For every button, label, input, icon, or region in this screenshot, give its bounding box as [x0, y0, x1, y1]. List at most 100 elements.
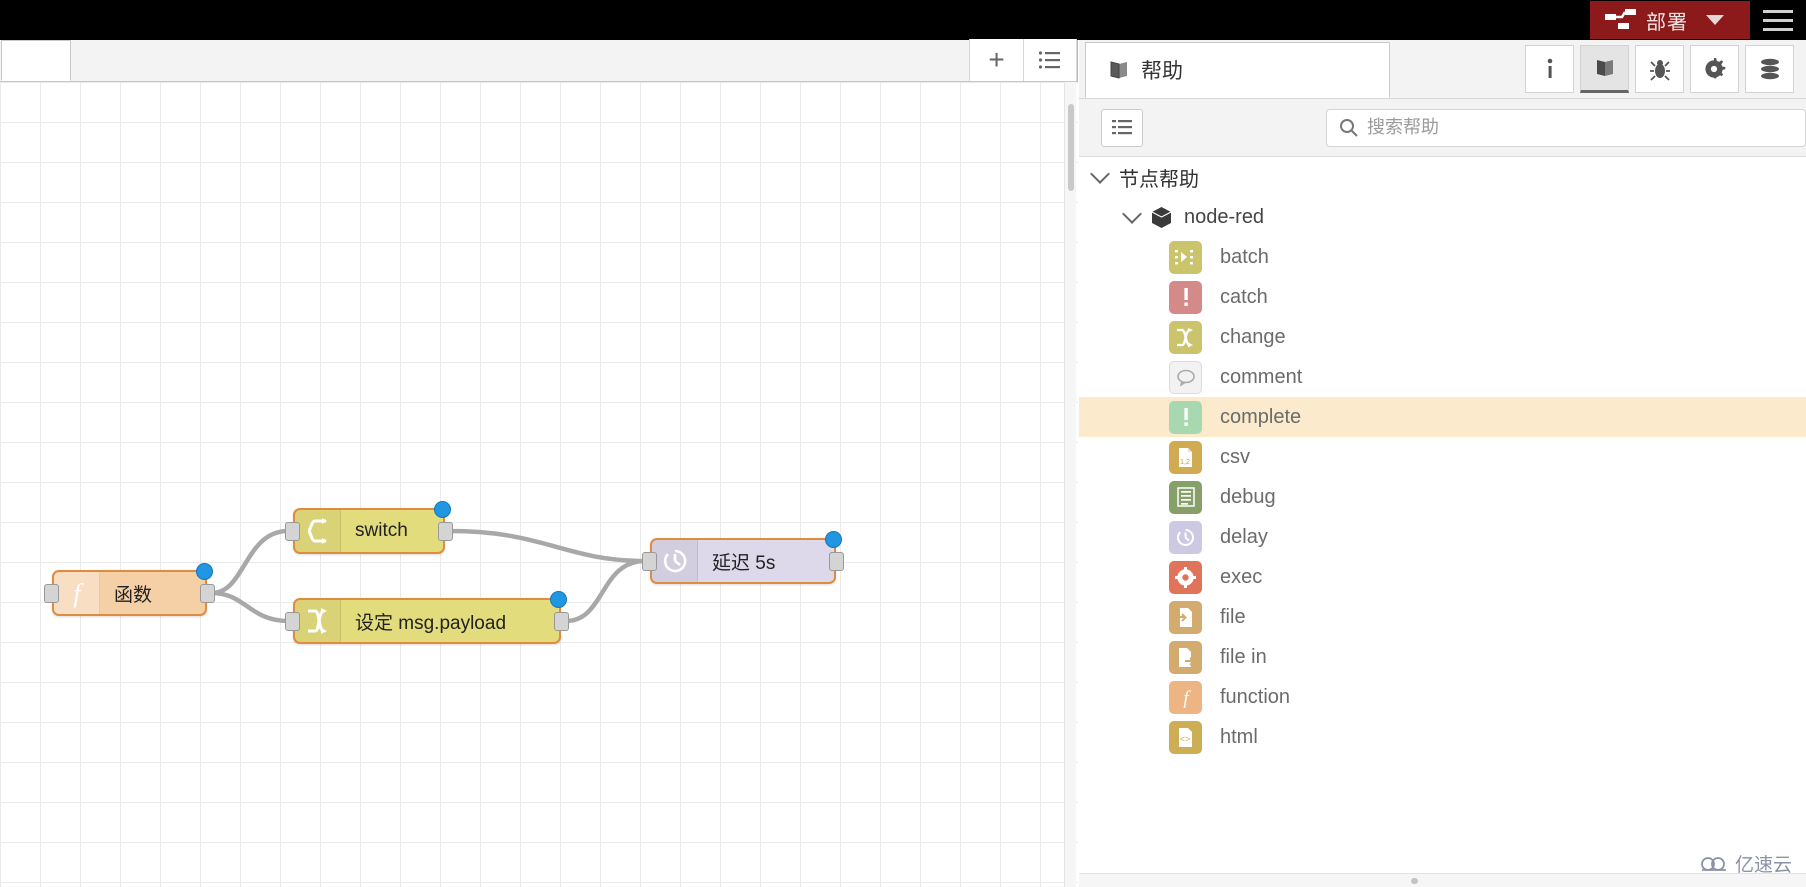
help-item-catch[interactable]: catch: [1079, 277, 1806, 317]
help-item-csv[interactable]: 1,2 csv: [1079, 437, 1806, 477]
tree-package-node-red[interactable]: node-red: [1079, 197, 1806, 237]
sidebar-tab-strip: [1525, 45, 1806, 98]
chevron-down-icon[interactable]: [1122, 204, 1142, 224]
file-in-icon: [1169, 640, 1202, 674]
flow-wires: [211, 528, 646, 624]
bug-icon: [1649, 60, 1670, 81]
svg-text:<>: <>: [1180, 734, 1191, 744]
sidebar-tab-context[interactable]: [1745, 45, 1794, 93]
flow-node-label: switch: [355, 520, 408, 541]
canvas-vertical-scrollbar[interactable]: [1064, 82, 1076, 887]
help-item-exec[interactable]: exec: [1079, 557, 1806, 597]
help-item-function[interactable]: f function: [1079, 677, 1806, 717]
help-item-label: function: [1220, 685, 1291, 708]
help-item-label: exec: [1220, 565, 1263, 588]
csv-icon: 1,2: [1169, 440, 1202, 474]
list-flows-button[interactable]: [1023, 39, 1077, 81]
node-input-port[interactable]: [642, 552, 657, 571]
sidebar-header: 帮助: [1079, 40, 1806, 98]
tree-root-label: 节点帮助: [1119, 168, 1199, 191]
deploy-icon: [1605, 9, 1636, 29]
add-flow-button[interactable]: +: [969, 39, 1023, 81]
deploy-label: 部署: [1646, 11, 1688, 34]
flow-node-label: 函数: [114, 584, 153, 606]
book-icon: [1110, 61, 1127, 79]
function-icon: f: [54, 572, 100, 614]
node-input-port[interactable]: [44, 584, 59, 603]
tree-package-label: node-red: [1184, 205, 1265, 228]
search-help-input[interactable]: [1367, 117, 1793, 138]
package-icon: [1151, 206, 1172, 228]
sidebar-tab-info[interactable]: [1525, 45, 1574, 93]
help-item-label: change: [1220, 325, 1286, 348]
flow-tab[interactable]: [1, 40, 71, 81]
help-item-complete[interactable]: complete: [1079, 397, 1806, 437]
search-help-container[interactable]: [1326, 108, 1806, 147]
help-item-label: csv: [1220, 445, 1250, 468]
gear-icon: [1704, 58, 1725, 79]
switch-icon: [295, 510, 341, 552]
help-scroll-thumb[interactable]: [1411, 878, 1418, 884]
delay-icon: [652, 540, 698, 582]
chevron-down-icon[interactable]: [1090, 164, 1110, 184]
help-item-label: complete: [1220, 405, 1302, 428]
help-item-label: catch: [1220, 285, 1268, 308]
file-icon: [1169, 600, 1202, 634]
list-icon: [1112, 120, 1132, 135]
node-status-dot: [196, 563, 213, 580]
catch-icon: [1169, 280, 1202, 314]
help-item-comment[interactable]: comment: [1079, 357, 1806, 397]
debug-icon: [1169, 480, 1202, 514]
help-list-toggle-button[interactable]: [1101, 108, 1143, 147]
help-item-file[interactable]: file: [1079, 597, 1806, 637]
help-item-html[interactable]: <> html: [1079, 717, 1806, 757]
list-icon: [1038, 51, 1060, 69]
sidebar-tab-help[interactable]: [1580, 45, 1629, 93]
node-input-port[interactable]: [285, 612, 300, 631]
change-icon: [295, 600, 341, 642]
sidebar-tab-debug[interactable]: [1635, 45, 1684, 93]
node-output-port[interactable]: [829, 552, 844, 571]
flow-node-change[interactable]: 设定 msg.payload: [285, 591, 569, 644]
flow-node-label: 延迟 5s: [712, 552, 776, 574]
help-item-label: delay: [1220, 525, 1268, 548]
svg-text:1,2: 1,2: [1180, 459, 1190, 466]
comment-icon: [1169, 360, 1202, 394]
hamburger-menu-icon[interactable]: [1750, 0, 1806, 40]
help-item-label: comment: [1220, 365, 1303, 388]
node-output-port[interactable]: [200, 584, 215, 603]
flow-node-delay[interactable]: 延迟 5s: [642, 531, 844, 584]
help-item-change[interactable]: change: [1079, 317, 1806, 357]
search-icon: [1340, 119, 1358, 137]
flow-node-function[interactable]: f 函数: [44, 563, 215, 616]
svg-text:f: f: [1183, 688, 1191, 708]
exec-icon: [1169, 560, 1202, 594]
help-item-batch[interactable]: batch: [1079, 237, 1806, 277]
help-tree-panel[interactable]: 节点帮助 node-red batch catch change comment…: [1079, 156, 1806, 887]
chevron-down-icon[interactable]: [1706, 15, 1724, 25]
flow-node-switch[interactable]: switch: [285, 501, 453, 554]
sidebar-tab-config[interactable]: [1690, 45, 1739, 93]
svg-text:f: f: [73, 579, 84, 608]
sidebar-title-tab[interactable]: 帮助: [1085, 42, 1390, 98]
flow-canvas[interactable]: f 函数 switch 设定 msg.payload 延迟 5s: [0, 82, 1078, 887]
help-item-debug[interactable]: debug: [1079, 477, 1806, 517]
node-output-port[interactable]: [438, 522, 453, 541]
canvas-scroll-thumb[interactable]: [1068, 104, 1074, 191]
change-icon: [1169, 320, 1202, 354]
help-item-label: file: [1220, 605, 1246, 628]
sidebar: 帮助 搜索帮助 节点帮助 node-red batch catch change…: [1079, 40, 1806, 887]
help-horizontal-scrollbar[interactable]: [1079, 873, 1806, 887]
tree-root-node-help[interactable]: 节点帮助: [1079, 157, 1806, 197]
help-item-delay[interactable]: delay: [1079, 517, 1806, 557]
flow-workspace: + f 函数 switch 设定 msg.payload 延迟 5s: [0, 39, 1078, 887]
node-status-dot: [825, 531, 842, 548]
node-output-port[interactable]: [554, 612, 569, 631]
html-icon: <>: [1169, 720, 1202, 754]
help-item-file-in[interactable]: file in: [1079, 637, 1806, 677]
help-item-label: batch: [1220, 245, 1269, 268]
top-bar: 部署: [0, 0, 1806, 40]
node-status-dot: [550, 591, 567, 608]
node-input-port[interactable]: [285, 522, 300, 541]
deploy-button[interactable]: 部署: [1590, 1, 1750, 39]
